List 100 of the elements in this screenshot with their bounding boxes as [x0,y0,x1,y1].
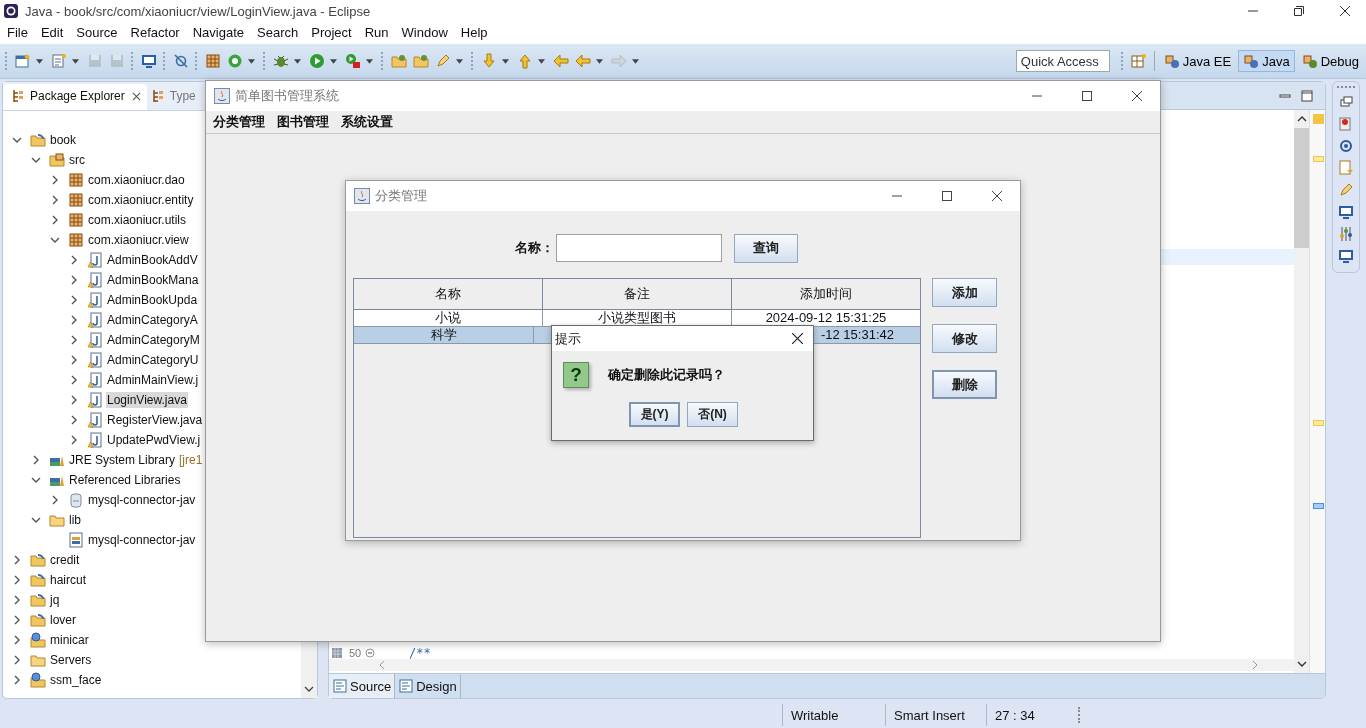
menu-item[interactable]: Run [359,24,397,40]
tree-item[interactable]: AdminCategoryM [106,332,201,348]
tree-item[interactable]: AdminBookAddV [106,252,199,268]
tree-item[interactable]: Servers [49,652,93,668]
tree-item[interactable]: LoginView.java [106,392,188,408]
action-button[interactable]: 删除 [932,370,997,399]
caret-icon[interactable] [72,58,79,64]
warning-marker[interactable] [1313,156,1324,162]
tree-item[interactable]: ssm_face [49,672,103,688]
editor-tab[interactable]: Design [395,674,461,698]
menu-item[interactable]: Refactor [125,24,188,40]
maximize-icon[interactable] [942,191,952,201]
tree-item[interactable]: RegisterView.java [106,412,204,428]
menu-item[interactable]: File [2,24,36,40]
caret-icon[interactable] [366,58,373,64]
view-tab[interactable]: Package Explorer [3,84,147,110]
caret-icon[interactable] [36,58,43,64]
menu-item[interactable]: Help [455,24,496,40]
arrow-left-icon[interactable] [553,53,569,69]
caret-icon[interactable] [294,58,301,64]
monitor-icon[interactable] [1338,204,1354,220]
caret-icon[interactable] [330,58,337,64]
pen-icon[interactable] [435,53,451,69]
restore-icon[interactable] [1338,94,1354,110]
tree-item[interactable]: credit [49,552,81,568]
package-icon[interactable] [205,53,221,69]
query-button[interactable]: 查询 [734,233,798,263]
table-row[interactable]: 小说 小说类型图书 2024-09-12 15:31:25 [354,310,920,327]
scroll-right-icon[interactable] [1252,660,1258,670]
menu-item[interactable]: Project [306,24,360,40]
view-tab[interactable]: Type [146,84,196,110]
menu-item[interactable]: 分类管理 [208,113,272,131]
folder-icon[interactable] [391,53,407,69]
folder-icon[interactable] [413,53,429,69]
caret-icon[interactable] [632,58,639,64]
tree-item[interactable]: jq [49,592,61,608]
close-icon[interactable] [792,333,803,344]
monitor-icon[interactable] [1338,248,1354,264]
menu-item[interactable]: 系统设置 [336,113,400,131]
tree-item[interactable]: AdminMainView.j [106,372,200,388]
name-field[interactable] [556,234,722,262]
close-icon[interactable] [131,91,141,101]
warning-marker[interactable] [1313,420,1324,426]
run-tool-icon[interactable] [345,53,361,69]
open-perspective-icon[interactable] [1130,53,1147,69]
tree-item[interactable]: com.xiaoniucr.dao [87,172,186,188]
tree-item[interactable]: JRE System Library [68,452,177,468]
menu-item[interactable]: Search [252,24,307,40]
menu-item[interactable]: Edit [35,24,72,40]
action-button[interactable]: 修改 [932,324,997,353]
menu-item[interactable]: Source [71,24,126,40]
tree-item[interactable]: book [49,132,78,148]
occurrence-marker[interactable] [1313,503,1324,509]
scrollbar-thumb[interactable] [1294,128,1309,248]
tree-item[interactable]: haircut [49,572,88,588]
editor-tab[interactable]: Source [329,674,396,698]
caret-icon[interactable] [248,58,255,64]
sliders-icon[interactable] [1338,226,1354,242]
maximize-icon[interactable] [1082,91,1092,101]
perspective-button[interactable]: Java EE [1158,50,1237,72]
new-window-icon[interactable] [15,53,31,69]
scroll-up-icon[interactable] [1296,116,1307,122]
caret-icon[interactable] [596,58,603,64]
menu-item[interactable]: Window [396,24,456,40]
dialog-button[interactable]: 是(Y) [629,402,680,427]
close-icon[interactable] [992,191,1002,201]
maximize-icon[interactable] [1294,6,1304,16]
tree-item[interactable]: com.xiaoniucr.entity [87,192,195,208]
tree-item[interactable]: mysql-connector-jav [87,492,197,508]
tree-item[interactable]: AdminCategoryA [106,312,199,328]
caret-icon[interactable] [538,58,545,64]
menu-item[interactable]: 图书管理 [272,113,336,131]
warning-marker[interactable] [1313,114,1324,124]
close-icon[interactable] [1132,91,1142,101]
perspective-button[interactable]: Debug [1296,50,1364,72]
action-button[interactable]: 添加 [932,278,997,307]
tree-item[interactable]: mysql-connector-jav [87,532,197,548]
scroll-down-icon[interactable] [304,686,314,692]
tree-item[interactable]: lib [68,512,82,528]
back-icon[interactable] [575,53,591,69]
fold-icon[interactable] [365,647,375,658]
caret-icon[interactable] [502,58,509,64]
monitor-icon[interactable] [141,53,157,69]
tree-item[interactable]: UpdatePwdView.j [106,432,202,448]
run-icon[interactable] [309,53,325,69]
caret-icon[interactable] [456,58,463,64]
tree-item[interactable]: minicar [49,632,90,648]
tree-item[interactable]: AdminBookUpda [106,292,199,308]
tree-item[interactable]: com.xiaoniucr.utils [87,212,188,228]
pen-icon[interactable] [1338,182,1354,198]
close-icon[interactable] [1340,6,1350,16]
tree-item[interactable]: AdminCategoryU [106,352,200,368]
tree-item[interactable]: AdminBookMana [106,272,200,288]
tree-item[interactable]: Referenced Libraries [68,472,182,488]
tree-item[interactable]: com.xiaoniucr.view [87,232,190,248]
dialog-button[interactable]: 否(N) [687,402,738,427]
scroll-left-icon[interactable] [379,660,385,670]
tree-item[interactable]: lover [49,612,77,628]
perspective-button[interactable]: Java [1238,50,1295,72]
bug-icon[interactable] [273,53,289,69]
